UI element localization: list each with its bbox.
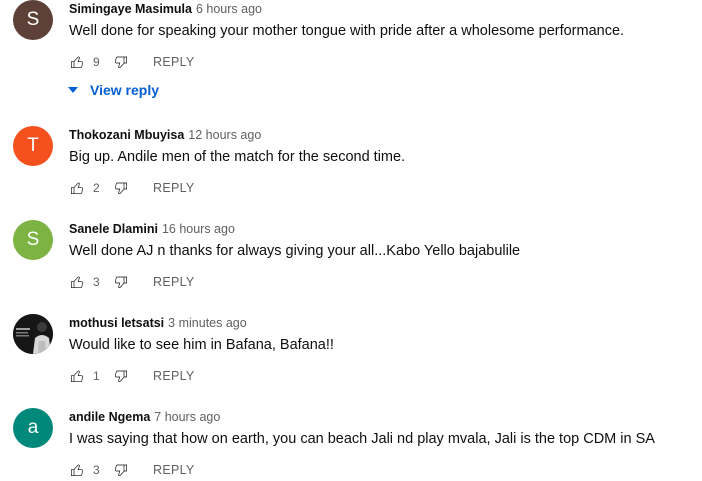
reply-button[interactable]: REPLY (153, 275, 195, 289)
view-replies-button[interactable]: View reply (66, 80, 159, 100)
caret-down-icon (66, 83, 80, 97)
thumb-down-icon[interactable] (113, 180, 129, 196)
reply-button[interactable]: REPLY (153, 369, 195, 383)
avatar-letter: S (26, 9, 40, 30)
author-name[interactable]: Simingaye Masimula (69, 2, 192, 16)
reply-button[interactable]: REPLY (153, 55, 195, 69)
comment-actions: 9 REPLY (69, 52, 195, 72)
thumb-up-icon[interactable] (69, 54, 85, 70)
timestamp[interactable]: 16 hours ago (162, 222, 235, 236)
comment-text: I was saying that how on earth, you can … (69, 431, 655, 447)
comments-section: S Simingaye Masimula 6 hours ago Well don… (0, 0, 702, 481)
timestamp[interactable]: 7 hours ago (154, 410, 220, 424)
timestamp[interactable]: 12 hours ago (188, 128, 261, 142)
avatar[interactable]: S (13, 220, 53, 260)
thumb-down-icon[interactable] (113, 274, 129, 290)
comment-header: Sanele Dlamini 16 hours ago (69, 221, 235, 237)
thumb-up-icon[interactable] (69, 462, 85, 478)
comment-actions: 3 REPLY (69, 460, 195, 480)
author-name[interactable]: mothusi letsatsi (69, 316, 164, 330)
author-name[interactable]: Sanele Dlamini (69, 222, 158, 236)
comment-text: Big up. Andile men of the match for the … (69, 149, 406, 165)
comment-text: Well done for speaking your mother tongu… (69, 23, 625, 39)
reply-button[interactable]: REPLY (153, 463, 195, 477)
comment-header: Thokozani Mbuyisa 12 hours ago (69, 127, 261, 143)
avatar[interactable]: a (13, 408, 53, 448)
view-replies-label: View reply (90, 82, 160, 98)
timestamp[interactable]: 3 minutes ago (168, 316, 247, 330)
comment-actions: 1 REPLY (69, 366, 195, 386)
thumb-up-icon[interactable] (69, 180, 85, 196)
comment-actions: 3 REPLY (69, 272, 195, 292)
comment-text: Would like to see him in Bafana, Bafana!… (69, 337, 334, 353)
comment-text: Well done AJ n thanks for always giving … (69, 243, 521, 259)
avatar[interactable] (13, 314, 53, 354)
thumb-up-icon[interactable] (69, 274, 85, 290)
like-count: 2 (93, 181, 100, 195)
avatar[interactable]: S (13, 0, 53, 40)
avatar[interactable]: T (13, 126, 53, 166)
author-name[interactable]: andile Ngema (69, 410, 150, 424)
comment-actions: 2 REPLY (69, 178, 195, 198)
like-count: 3 (93, 463, 100, 477)
avatar-letter: S (26, 229, 40, 250)
avatar-letter: a (27, 417, 39, 438)
comment-header: mothusi letsatsi 3 minutes ago (69, 315, 247, 331)
reply-button[interactable]: REPLY (153, 181, 195, 195)
thumb-down-icon[interactable] (113, 462, 129, 478)
avatar-letter: T (27, 135, 39, 156)
timestamp[interactable]: 6 hours ago (196, 2, 262, 16)
thumb-down-icon[interactable] (113, 368, 129, 384)
thumb-down-icon[interactable] (113, 54, 129, 70)
author-name[interactable]: Thokozani Mbuyisa (69, 128, 184, 142)
like-count: 3 (93, 275, 100, 289)
thumb-up-icon[interactable] (69, 368, 85, 384)
profile-photo-icon (13, 314, 53, 354)
like-count: 1 (93, 369, 100, 383)
comment-header: andile Ngema 7 hours ago (69, 409, 220, 425)
comment-header: Simingaye Masimula 6 hours ago (69, 1, 262, 17)
like-count: 9 (93, 55, 100, 69)
